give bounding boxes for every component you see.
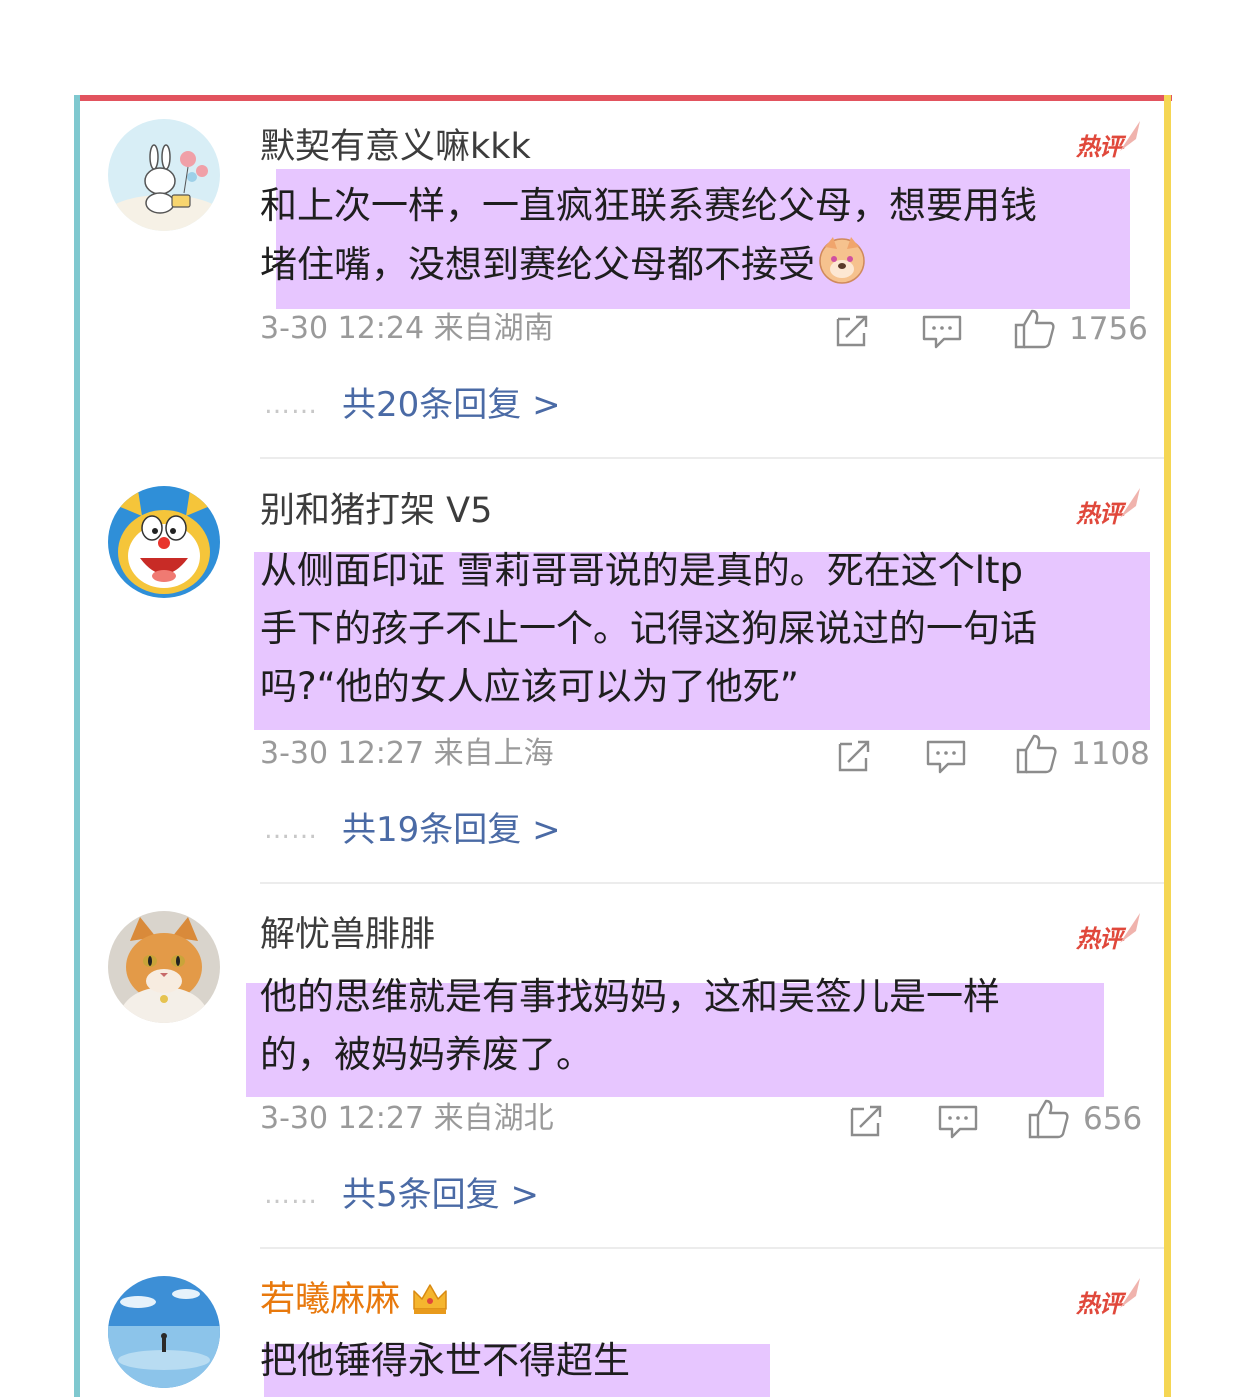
avatar[interactable]	[108, 486, 220, 598]
comment-line: 从侧面印证 雪莉哥哥说的是真的。死在这个ltp	[260, 549, 1024, 592]
username[interactable]: 默契有意义嘛kkk	[260, 125, 531, 169]
hot-comment-badge: 热评	[1076, 913, 1148, 959]
comment-item: 解忧兽腓腓 热评 他的思维就是有事找妈妈，这和吴签儿是一样 的，被妈妈养废了。 …	[80, 883, 1164, 1249]
like-count: 1756	[1069, 311, 1148, 347]
comment-icon[interactable]	[924, 734, 968, 778]
view-replies-link[interactable]: …… 共19条回复 >	[264, 808, 561, 858]
comment-line: 堵住嘴，没想到赛纶父母都不接受	[260, 243, 815, 286]
doge-face-emoji	[819, 237, 865, 284]
frame-right-border	[1164, 95, 1171, 1397]
reply-count-label[interactable]: 共5条回复 >	[342, 1175, 539, 1215]
comment-line: 把他锤得永世不得超生	[260, 1339, 630, 1382]
avatar[interactable]	[108, 1276, 220, 1388]
username[interactable]: 别和猪打架 V5	[260, 489, 492, 533]
comment-line: 手下的孩子不止一个。记得这狗屎说过的一句话	[260, 607, 1037, 650]
comment-text: 把他锤得永世不得超生	[260, 1332, 630, 1390]
beach-sky-avatar	[108, 1276, 220, 1388]
bunny-cake-avatar	[108, 119, 220, 231]
avatar[interactable]	[108, 119, 220, 231]
comment-text: 他的思维就是有事找妈妈，这和吴签儿是一样 的，被妈妈养废了。	[260, 968, 1000, 1084]
share-icon[interactable]	[830, 309, 874, 353]
comment-meta: 3-30 12:27 来自湖北	[260, 1101, 554, 1136]
username[interactable]: 若曦麻麻	[260, 1278, 450, 1322]
comment-text: 从侧面印证 雪莉哥哥说的是真的。死在这个ltp 手下的孩子不止一个。记得这狗屎说…	[260, 542, 1037, 716]
comment-icon[interactable]	[936, 1099, 980, 1143]
comment-line: 的，被妈妈养废了。	[260, 1033, 593, 1076]
comment-line-with-emoji: 堵住嘴，没想到赛纶父母都不接受	[260, 235, 1037, 294]
dots-separator: ……	[264, 1180, 318, 1210]
reply-count-label[interactable]: 共19条回复 >	[342, 810, 561, 850]
share-icon[interactable]	[844, 1099, 888, 1143]
comment-meta: 3-30 12:24 来自湖南	[260, 311, 554, 346]
thumbs-up-icon[interactable]	[1012, 307, 1056, 351]
like-count: 1108	[1071, 736, 1150, 772]
comment-item: 别和猪打架 V5 热评 从侧面印证 雪莉哥哥说的是真的。死在这个ltp 手下的孩…	[80, 458, 1164, 884]
comment-line: 吗?“他的女人应该可以为了他死”	[260, 665, 799, 708]
hot-comment-badge: 热评	[1076, 488, 1148, 534]
username-text[interactable]: 若曦麻麻	[260, 1280, 400, 1320]
thumbs-up-icon[interactable]	[1026, 1097, 1070, 1141]
crown-icon	[413, 1284, 447, 1314]
comment-icon[interactable]	[920, 309, 964, 353]
comment-text: 和上次一样，一直疯狂联系赛纶父母，想要用钱 堵住嘴，没想到赛纶父母都不接受	[260, 177, 1037, 294]
comment-meta: 3-30 12:27 来自上海	[260, 736, 554, 771]
comment-line: 他的思维就是有事找妈妈，这和吴签儿是一样	[260, 975, 1000, 1018]
thumbs-up-icon[interactable]	[1014, 732, 1058, 776]
view-replies-link[interactable]: …… 共20条回复 >	[264, 383, 561, 433]
orange-cat-avatar	[108, 911, 220, 1023]
like-count: 656	[1083, 1101, 1143, 1137]
flame-icon	[1120, 913, 1140, 943]
flame-icon	[1120, 488, 1140, 518]
username[interactable]: 解忧兽腓腓	[260, 913, 435, 957]
doraemon-avatar	[108, 486, 220, 598]
view-replies-link[interactable]: …… 共5条回复 >	[264, 1173, 539, 1223]
avatar[interactable]	[108, 911, 220, 1023]
comment-item: 默契有意义嘛kkk 热评 和上次一样，一直疯狂联系赛纶父母，想要用钱 堵住嘴，没…	[80, 101, 1164, 459]
flame-icon	[1120, 1278, 1140, 1308]
share-icon[interactable]	[832, 734, 876, 778]
reply-count-label[interactable]: 共20条回复 >	[342, 385, 561, 425]
hot-comment-badge: 热评	[1076, 121, 1148, 167]
dots-separator: ……	[264, 815, 318, 845]
flame-icon	[1120, 121, 1140, 151]
comment-line: 和上次一样，一直疯狂联系赛纶父母，想要用钱	[260, 184, 1037, 227]
comment-item: 若曦麻麻 热评 把他锤得永世不得超生	[80, 1248, 1164, 1397]
dots-separator: ……	[264, 390, 318, 420]
hot-comment-badge: 热评	[1076, 1278, 1148, 1324]
